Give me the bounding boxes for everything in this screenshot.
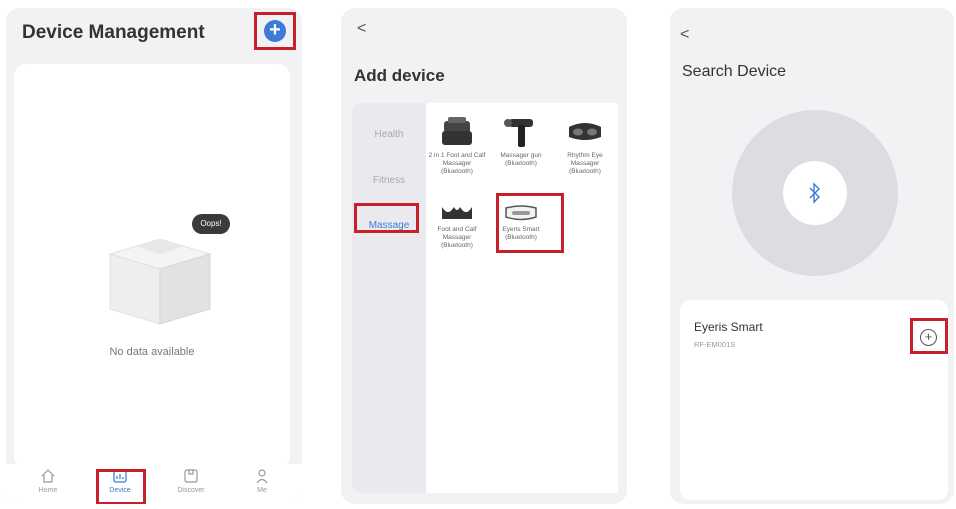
highlight-box <box>254 12 296 50</box>
oops-bubble: Oops! <box>192 214 230 234</box>
home-icon <box>41 469 55 483</box>
tab-home-label: Home <box>38 487 58 494</box>
device-management-screen: Device Management + Oops! No data availa… <box>6 8 302 504</box>
device-name: Massager gun (Bluetooth) <box>500 152 542 167</box>
bluetooth-indicator <box>783 161 847 225</box>
device-name: Foot and Calf Massager (Bluetooth) <box>437 226 477 249</box>
back-button[interactable]: < <box>357 20 366 38</box>
highlight-box <box>354 203 419 233</box>
category-health[interactable]: Health <box>352 129 426 140</box>
user-icon <box>256 469 268 484</box>
chevron-left-icon: < <box>680 26 690 43</box>
tab-home[interactable]: Home <box>23 468 73 494</box>
device-name: Rhythm Eye Massager (Bluetooth) <box>567 152 603 175</box>
bottom-tab-bar: Home Device Discover Me <box>6 464 302 504</box>
page-title: Add device <box>354 66 445 85</box>
device-name: 2 in 1 Foot and Calf Massager (Bluetooth… <box>428 152 486 175</box>
discover-icon <box>184 469 198 483</box>
foot-massager-icon <box>442 207 472 219</box>
device-list-empty: Oops! No data available <box>14 64 290 468</box>
add-device-screen: < Add device Health Fitness Massage 2 in… <box>341 8 627 504</box>
device-item[interactable]: Massager gun (Bluetooth) <box>490 115 552 168</box>
foot-calf-massager-icon <box>442 117 472 145</box>
found-device-card: Eyeris Smart RF-EM001S + <box>680 300 948 500</box>
tab-discover[interactable]: Discover <box>166 468 216 494</box>
category-list: Health Fitness Massage <box>352 103 426 493</box>
eye-massager-icon <box>569 123 601 140</box>
massager-gun-icon <box>504 119 533 147</box>
tab-discover-label: Discover <box>177 487 205 494</box>
oops-text: Oops! <box>200 219 222 228</box>
chevron-left-icon: < <box>357 20 367 37</box>
highlight-box <box>96 469 146 504</box>
tab-me-label: Me <box>257 487 267 494</box>
device-grid: 2 in 1 Foot and Calf Massager (Bluetooth… <box>426 103 618 493</box>
device-item[interactable]: Rhythm Eye Massager (Bluetooth) <box>554 115 616 176</box>
category-fitness[interactable]: Fitness <box>352 175 426 186</box>
empty-state-text: No data available <box>109 346 195 358</box>
highlight-box <box>496 193 564 253</box>
device-item[interactable]: 2 in 1 Foot and Calf Massager (Bluetooth… <box>426 115 488 176</box>
back-button[interactable]: < <box>680 26 689 44</box>
search-device-screen: < Search Device Eyeris Smart RF-EM001S + <box>670 8 954 504</box>
bluetooth-icon <box>809 182 820 204</box>
tab-me[interactable]: Me <box>237 468 287 494</box>
highlight-box <box>910 318 948 354</box>
device-item[interactable]: Foot and Calf Massager (Bluetooth) <box>426 203 488 250</box>
page-title: Device Management <box>22 22 205 43</box>
found-device-name: Eyeris Smart <box>694 320 763 334</box>
page-title: Search Device <box>682 63 787 80</box>
found-device-id: RF-EM001S <box>694 340 736 349</box>
